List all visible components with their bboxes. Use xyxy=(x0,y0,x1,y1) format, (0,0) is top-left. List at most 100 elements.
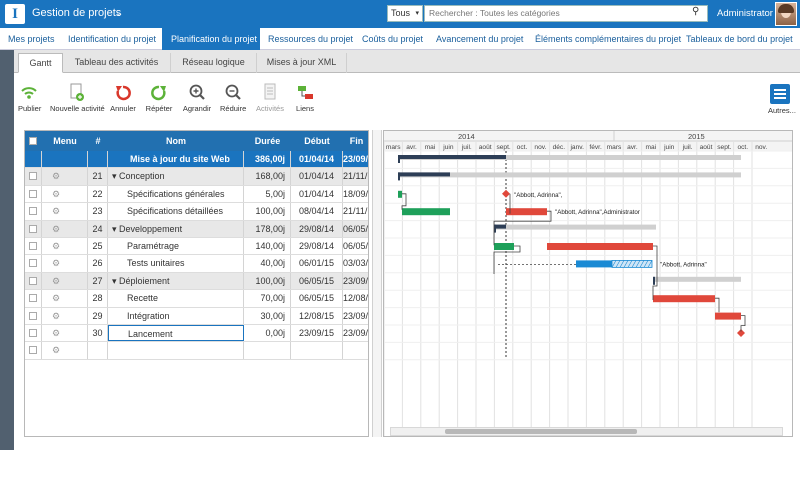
expand-panel-icon[interactable]: » xyxy=(2,481,7,491)
row-checkbox[interactable] xyxy=(29,346,37,355)
cell-end[interactable]: 12/08/15 xyxy=(343,290,368,306)
column-header-name[interactable]: Nom xyxy=(108,131,244,151)
row-menu-cell[interactable]: ⚙ xyxy=(42,220,88,237)
cell-name[interactable]: Spécifications générales xyxy=(108,185,244,203)
cell-end[interactable]: 21/11/14 xyxy=(343,203,368,219)
cell-start[interactable]: 23/09/15 xyxy=(291,325,343,342)
row-checkbox-cell[interactable] xyxy=(25,255,42,272)
publish-button[interactable]: Publier xyxy=(18,82,41,113)
nav-ressources[interactable]: Ressources du projet xyxy=(268,28,353,50)
row-checkbox[interactable] xyxy=(29,311,37,320)
gear-icon[interactable]: ⚙ xyxy=(52,308,60,324)
cell-end[interactable]: 23/09/15 xyxy=(343,325,368,341)
cell-name[interactable]: Spécifications détaillées xyxy=(108,203,244,220)
cell-start[interactable]: 29/08/14 xyxy=(291,220,343,237)
more-menu-icon[interactable] xyxy=(770,84,790,104)
pane-splitter[interactable] xyxy=(372,130,382,437)
table-row[interactable]: ⚙ 23 Spécifications détaillées 100,00j 08/04… xyxy=(25,203,368,221)
cell-number[interactable] xyxy=(88,151,108,168)
cell-name[interactable]: ▾ Déploiement xyxy=(108,272,244,290)
cell-start[interactable]: 01/04/14 xyxy=(291,168,343,185)
cell-name[interactable]: Paramétrage xyxy=(108,238,244,255)
cell-number[interactable]: 30 xyxy=(88,325,108,342)
row-checkbox-cell[interactable] xyxy=(25,238,42,255)
cell-duration[interactable] xyxy=(244,342,291,359)
summary-row[interactable]: Mise à jour du site Web 386,00j 01/04/14 23… xyxy=(25,151,368,169)
gear-icon[interactable]: ⚙ xyxy=(52,203,60,219)
tab-mises-a-jour-xml[interactable]: Mises à jour XML xyxy=(257,53,347,73)
column-header-menu[interactable]: Menu xyxy=(42,131,88,151)
cell-duration[interactable]: 40,00j xyxy=(244,255,291,272)
search-icon[interactable]: ⚲ xyxy=(692,6,699,17)
chevron-down-icon[interactable]: ⌄ xyxy=(115,8,123,19)
cell-duration[interactable]: 5,00j xyxy=(244,185,291,203)
cell-start[interactable]: 06/01/15 xyxy=(291,255,343,272)
nav-mes-projets[interactable]: Mes projets xyxy=(8,28,55,50)
cell-name[interactable]: Intégration xyxy=(108,307,244,324)
row-menu-cell[interactable]: ⚙ xyxy=(42,325,88,342)
cell-duration[interactable]: 168,00j xyxy=(244,168,291,185)
cell-start[interactable]: 29/08/14 xyxy=(291,238,343,255)
collapse-icon[interactable]: ▾ xyxy=(112,224,119,234)
row-checkbox-cell[interactable] xyxy=(25,307,42,324)
cell-end[interactable]: 23/09/15 xyxy=(343,151,368,167)
app-name[interactable]: Gestion de projets xyxy=(32,7,121,19)
row-checkbox[interactable] xyxy=(29,207,37,216)
table-row[interactable]: ⚙ xyxy=(25,342,368,360)
row-menu-cell[interactable]: ⚙ xyxy=(42,185,88,203)
row-checkbox-cell[interactable] xyxy=(25,203,42,220)
row-checkbox[interactable] xyxy=(29,294,37,303)
cell-duration[interactable]: 178,00j xyxy=(244,220,291,237)
row-menu-cell[interactable]: ⚙ xyxy=(42,203,88,220)
nav-elements[interactable]: Éléments complémentaires du projet xyxy=(535,28,681,50)
cell-start[interactable]: 06/05/15 xyxy=(291,290,343,307)
undo-button[interactable]: Annuler xyxy=(110,82,136,113)
row-checkbox-cell[interactable] xyxy=(25,185,42,203)
cell-duration[interactable]: 0,00j xyxy=(244,325,291,342)
cell-end[interactable]: 06/05/15 xyxy=(343,238,368,254)
search-input[interactable]: Rechercher : Toutes les catégories xyxy=(424,5,708,22)
row-menu-cell[interactable]: ⚙ xyxy=(42,307,88,324)
user-name[interactable]: Administrator xyxy=(717,8,773,19)
cell-number[interactable]: 29 xyxy=(88,307,108,324)
gear-icon[interactable]: ⚙ xyxy=(52,325,60,341)
row-checkbox-cell[interactable] xyxy=(25,325,42,342)
column-header-duration[interactable]: Durée xyxy=(244,131,291,151)
tab-reseau-logique[interactable]: Réseau logique xyxy=(171,53,257,73)
cell-duration[interactable]: 100,00j xyxy=(244,272,291,290)
cell-name[interactable]: Lancement xyxy=(108,325,244,342)
row-checkbox[interactable] xyxy=(29,329,37,337)
gantt-scrollbar-thumb[interactable] xyxy=(445,429,637,434)
gear-icon[interactable]: ⚙ xyxy=(52,168,60,184)
cell-duration[interactable]: 30,00j xyxy=(244,307,291,324)
nav-planification[interactable]: Planification du projet xyxy=(162,28,260,50)
column-header-end[interactable]: Fin xyxy=(343,131,368,151)
select-all-checkbox-header[interactable] xyxy=(25,131,42,151)
row-checkbox-cell[interactable] xyxy=(25,272,42,290)
cell-start[interactable]: 01/04/14 xyxy=(291,185,343,203)
group-row[interactable]: ⚙ 24 ▾ Developpement 178,00j 29/08/14 06/05/1… xyxy=(25,220,368,238)
group-row[interactable]: ⚙ 21 ▾ Conception 168,00j 01/04/14 21/11/14 xyxy=(25,168,368,186)
cell-end[interactable]: 18/09/14 xyxy=(343,186,368,202)
cell-end[interactable]: 06/05/15 xyxy=(343,221,368,237)
gear-icon[interactable]: ⚙ xyxy=(52,342,60,358)
row-checkbox[interactable] xyxy=(29,224,37,233)
cell-duration[interactable]: 70,00j xyxy=(244,290,291,307)
cell-number[interactable]: 21 xyxy=(88,168,108,185)
gear-icon[interactable]: ⚙ xyxy=(52,273,60,289)
cell-number[interactable]: 27 xyxy=(88,272,108,290)
cell-start[interactable]: 12/08/15 xyxy=(291,307,343,324)
row-checkbox-cell[interactable] xyxy=(25,342,42,359)
cell-start[interactable]: 06/05/15 xyxy=(291,272,343,290)
row-checkbox[interactable] xyxy=(29,172,37,181)
cell-start[interactable]: 01/04/14 xyxy=(291,151,343,168)
cell-end[interactable]: 23/09/15 xyxy=(343,308,368,324)
row-checkbox-cell[interactable] xyxy=(25,220,42,237)
app-logo[interactable]: I xyxy=(5,4,25,24)
cell-number[interactable]: 23 xyxy=(88,203,108,220)
collapse-icon[interactable]: ▾ xyxy=(112,276,119,286)
redo-button[interactable]: Répéter xyxy=(145,82,173,113)
zoom-in-button[interactable]: Agrandir xyxy=(182,82,212,113)
table-row[interactable]: ⚙ 26 Tests unitaires 40,00j 06/01/15 03/03/15 xyxy=(25,255,368,273)
gear-icon[interactable]: ⚙ xyxy=(52,221,60,237)
